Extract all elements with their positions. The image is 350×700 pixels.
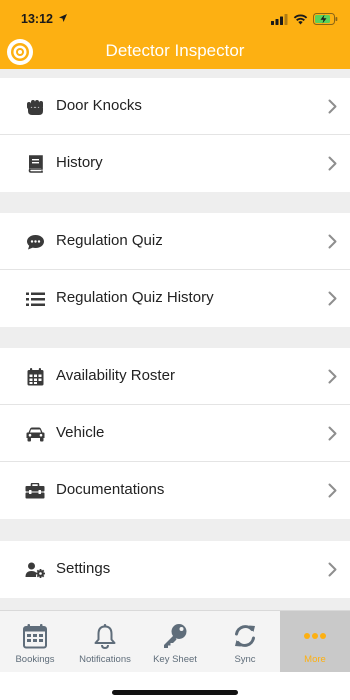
menu-item-label: Regulation Quiz [56,232,163,249]
status-bar: 13:12 [0,0,350,36]
battery-charging-icon [313,13,338,25]
location-arrow-icon [59,14,67,22]
menu-group-quiz: Regulation Quiz Regulation Quiz History [0,213,350,327]
fist-icon [25,97,45,117]
status-time: 13:12 [21,12,53,26]
user-cog-icon [25,560,45,580]
menu-item-regulation-quiz-history[interactable]: Regulation Quiz History [0,270,350,327]
tab-label: More [304,654,326,665]
tab-notifications[interactable]: Notifications [70,611,140,673]
home-indicator[interactable] [112,690,238,695]
menu-group-resources: Availability Roster Vehicle Documentatio… [0,348,350,519]
page-title: Detector Inspector [105,41,245,60]
wifi-icon [293,14,308,24]
car-icon [25,424,45,444]
chevron-right-icon [328,426,337,441]
menu-item-label: Door Knocks [56,97,142,114]
chevron-right-icon [328,369,337,384]
sync-icon [235,625,255,647]
tab-sync[interactable]: Sync [210,611,280,673]
menu-item-label: Regulation Quiz History [56,289,214,306]
tab-key-sheet[interactable]: Key Sheet [140,611,210,673]
menu-item-availability-roster[interactable]: Availability Roster [0,348,350,405]
status-indicators [271,12,338,26]
nav-bar: Detector Inspector [0,36,350,69]
bell-icon [94,624,116,649]
menu-group-activity: Door Knocks History [0,78,350,192]
tab-bookings[interactable]: Bookings [0,611,70,673]
menu-item-label: Vehicle [56,424,105,441]
tab-label: Key Sheet [153,654,197,665]
book-icon [25,154,45,174]
list-icon [25,289,45,309]
key-icon [164,624,187,648]
more-dots-icon [304,633,326,639]
toolbox-icon [25,481,45,501]
menu-item-vehicle[interactable]: Vehicle [0,405,350,462]
menu-item-label: History [56,154,103,171]
menu-item-door-knocks[interactable]: Door Knocks [0,78,350,135]
calendar-icon [25,367,45,387]
chevron-right-icon [328,234,337,249]
tab-label: Sync [234,654,256,665]
tab-label: Notifications [79,654,131,665]
menu-item-settings[interactable]: Settings [0,541,350,598]
menu-item-regulation-quiz[interactable]: Regulation Quiz [0,213,350,270]
menu-item-label: Settings [56,560,111,577]
home-indicator-area [0,672,350,700]
menu-group-settings: Settings [0,541,350,598]
chevron-right-icon [328,156,337,171]
calendar-icon [23,624,47,649]
tab-more[interactable]: More [280,611,350,673]
menu-item-label: Documentations [56,481,165,498]
signal-icon [271,13,288,25]
chevron-right-icon [328,291,337,306]
chat-bubble-icon [25,232,45,252]
tab-label: Bookings [15,654,55,665]
menu-item-documentations[interactable]: Documentations [0,462,350,519]
app-header: 13:12 Detector Inspector [0,0,350,69]
chevron-right-icon [328,483,337,498]
chevron-right-icon [328,562,337,577]
chevron-right-icon [328,99,337,114]
bottom-tab-bar: Bookings Notifications Key Sheet Sync Mo… [0,610,350,673]
menu-item-label: Availability Roster [56,367,175,384]
menu-item-history[interactable]: History [0,135,350,192]
screen: 13:12 Detector Inspector Door Knocks His… [0,0,350,700]
